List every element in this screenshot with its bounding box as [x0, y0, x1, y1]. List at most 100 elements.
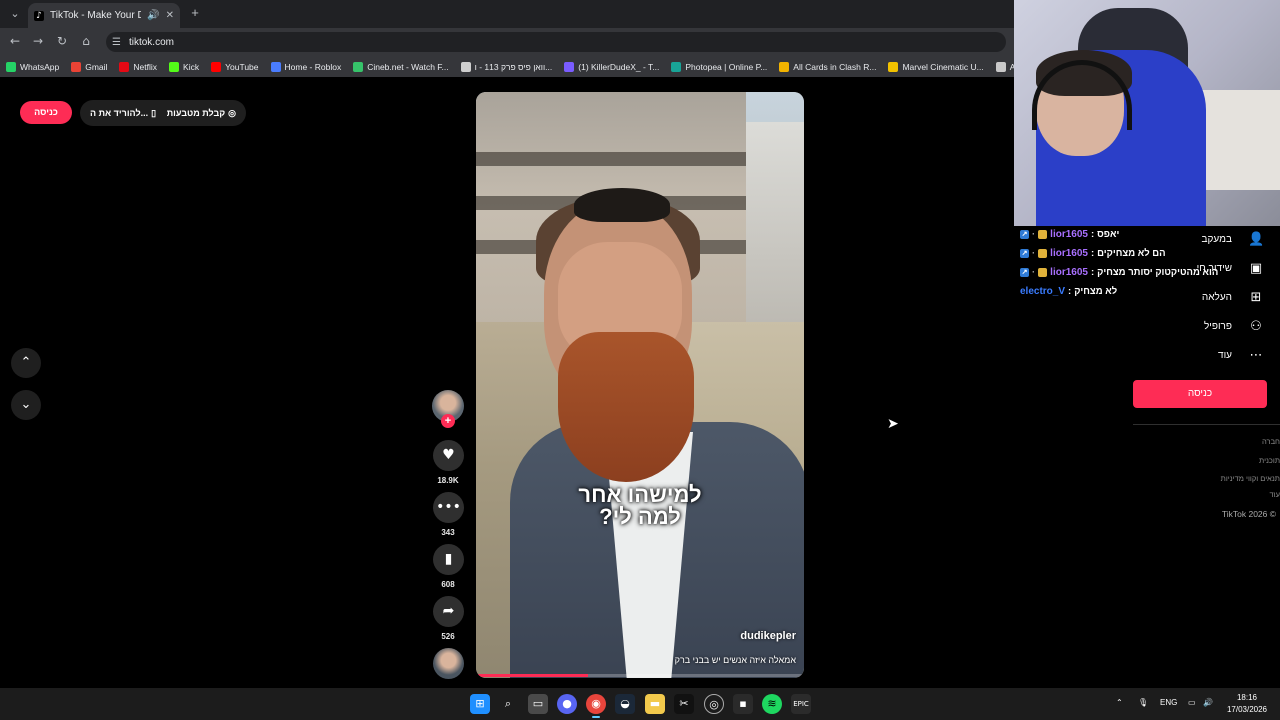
volume-icon[interactable]: 🔊 — [1203, 698, 1213, 707]
new-tab-button[interactable]: + — [188, 5, 202, 21]
webcam-overlay — [1014, 0, 1280, 226]
chat-colon: : — [1090, 229, 1095, 240]
share-count: 526 — [441, 632, 455, 641]
video-player[interactable]: למישהו אחר למה לי? dudikepler אמאלה איזה… — [476, 92, 804, 678]
address-bar[interactable]: ☰ tiktok.com — [106, 32, 1006, 52]
follow-plus-icon[interactable]: + — [441, 414, 455, 428]
bookmark-label: Home - Roblox — [284, 61, 342, 72]
home-icon[interactable]: ⌂ — [78, 33, 94, 49]
sound-avatar[interactable] — [433, 648, 464, 679]
chat-colon: : — [1068, 286, 1072, 297]
url-text: tiktok.com — [128, 36, 174, 48]
windows-taskbar — [0, 688, 1280, 720]
bookmark-item[interactable]: Home - Roblox — [270, 61, 354, 72]
bookmark-icon[interactable]: ▮ — [433, 544, 464, 575]
file-explorer-icon[interactable]: ▬ — [645, 694, 665, 714]
bookmark-favicon-icon — [6, 61, 16, 72]
sidebar-divider — [1133, 424, 1280, 425]
spotify-icon[interactable]: ≋ — [762, 694, 782, 714]
bookmark-item[interactable]: Aimbot.exe — [995, 61, 1014, 72]
bookmark-item[interactable]: All Cards in Clash R... — [779, 61, 888, 72]
crown-badge-icon — [1038, 249, 1048, 258]
separator-dot: · — [1032, 267, 1036, 278]
chrome-active-indicator — [592, 716, 600, 718]
search-icon[interactable]: ⌕ — [498, 694, 518, 714]
top-actions: להוריד את ה... ▯ קבלת מטבעות ◎ — [80, 100, 246, 126]
bookmark-item[interactable]: Cineb.net - Watch F... — [353, 61, 460, 72]
download-app-button[interactable]: להוריד את ה... ▯ — [90, 108, 156, 119]
like-count: 18.9K — [437, 476, 459, 485]
chrome-icon[interactable]: ◉ — [586, 694, 606, 714]
sidebar-item-profile[interactable]: פרופיל ⚇ — [1144, 319, 1264, 334]
obs-icon[interactable]: ◎ — [704, 694, 724, 714]
sidebar-item-more[interactable]: עוד ⋯ — [1144, 348, 1264, 363]
footer-link[interactable]: תנאים וקווי מדיניות — [1221, 474, 1280, 483]
bookmark-item[interactable]: YouTube — [211, 61, 270, 72]
video-person-beard — [558, 332, 694, 482]
start-icon[interactable]: ⊞ — [470, 694, 490, 714]
tray-chevron-icon[interactable]: ⌃ — [1116, 698, 1123, 707]
task-view-icon[interactable]: ▭ — [528, 694, 548, 714]
chat-colon: : — [1090, 248, 1095, 259]
footer-link[interactable]: חברה — [1262, 437, 1280, 446]
network-icon[interactable]: ▭ — [1188, 698, 1196, 707]
comment-icon[interactable]: ••• — [433, 492, 464, 523]
bookmark-label: YouTube — [225, 61, 259, 72]
app-icon[interactable]: ▪ — [733, 694, 753, 714]
capcut-icon[interactable]: ✂ — [674, 694, 694, 714]
steam-icon[interactable]: ◒ — [615, 694, 635, 714]
bookmark-label: וואן פיס פרק 113 - ו... — [474, 61, 553, 72]
bookmark-item[interactable]: (1) KillerDudeX_ - T... — [564, 61, 671, 72]
like-icon[interactable]: ♥ — [433, 440, 464, 471]
bookmark-item[interactable]: Kick — [169, 61, 211, 72]
bookmark-item[interactable]: Netflix — [119, 61, 169, 72]
chat-text: יאפס — [1097, 229, 1120, 240]
following-icon: 👤 — [1248, 232, 1265, 247]
crown-badge-icon — [1038, 230, 1048, 239]
language-indicator[interactable]: ENG — [1160, 698, 1177, 707]
speaker-icon[interactable]: 🔊 — [147, 10, 159, 21]
bookmark-label: All Cards in Clash R... — [793, 61, 877, 72]
live-icon: ▣ — [1249, 261, 1263, 276]
site-info-icon[interactable]: ☰ — [112, 37, 121, 48]
sidebar-item-label: פרופיל — [1203, 321, 1232, 332]
video-progress-bar[interactable] — [476, 674, 804, 677]
login-button[interactable]: כניסה — [20, 101, 72, 124]
video-username[interactable]: dudikepler — [740, 630, 796, 642]
bookmark-label: Gmail — [85, 61, 108, 72]
close-tab-icon[interactable]: ✕ — [166, 10, 174, 21]
chat-username: electro_V — [1020, 286, 1066, 297]
download-app-label: להוריד את ה... — [90, 108, 149, 118]
forward-icon[interactable]: → — [30, 33, 46, 49]
bookmark-item[interactable]: Marvel Cinematic U... — [888, 61, 995, 72]
bookmark-item[interactable]: וואן פיס פרק 113 - ו... — [460, 61, 565, 72]
get-coins-button[interactable]: קבלת מטבעות ◎ — [167, 108, 236, 119]
bookmark-item[interactable]: WhatsApp — [6, 61, 71, 72]
chat-message: ↗ · lior1605: הוא מהטיקטוק יסותר מצחיק — [1020, 267, 1220, 278]
comment-count: 343 — [441, 528, 455, 537]
bookmark-favicon-icon — [71, 61, 82, 72]
bookmark-favicon-icon — [119, 61, 130, 72]
next-video-button[interactable]: ⌄ — [11, 390, 41, 420]
chat-message: ↗ · lior1605: הם לא מצחיקים — [1020, 248, 1220, 259]
discord-icon[interactable]: ● — [557, 694, 577, 714]
reload-icon[interactable]: ↻ — [54, 33, 70, 49]
bookmark-item[interactable]: Gmail — [71, 61, 119, 72]
footer-link[interactable]: תוכנית — [1259, 456, 1280, 465]
coin-icon: ◎ — [228, 107, 236, 118]
back-icon[interactable]: ← — [7, 33, 23, 49]
bookmark-label: WhatsApp — [20, 61, 60, 72]
tab-search-button[interactable]: ⌄ — [6, 5, 24, 23]
previous-video-button[interactable]: ⌃ — [11, 348, 41, 378]
microphone-icon[interactable]: 🎙 — [1138, 698, 1148, 707]
bookmark-label: Photopea | Online P... — [685, 61, 768, 72]
epic-games-icon[interactable]: EPIC — [791, 694, 811, 714]
chat-text: הוא מהטיקטוק יסותר מצחיק — [1097, 267, 1219, 278]
footer-link[interactable]: עוד — [1270, 490, 1280, 499]
browser-tab[interactable]: ♪ TikTok - Make Your Day 🔊 ✕ — [28, 3, 180, 28]
separator-dot: · — [1032, 248, 1036, 259]
share-icon[interactable]: ➦ — [433, 596, 464, 627]
sidebar-login-button[interactable]: כניסה — [1133, 380, 1267, 408]
system-clock[interactable]: 18:16 17/03/2026 — [1222, 692, 1272, 716]
bookmark-item[interactable]: Photopea | Online P... — [671, 61, 779, 72]
